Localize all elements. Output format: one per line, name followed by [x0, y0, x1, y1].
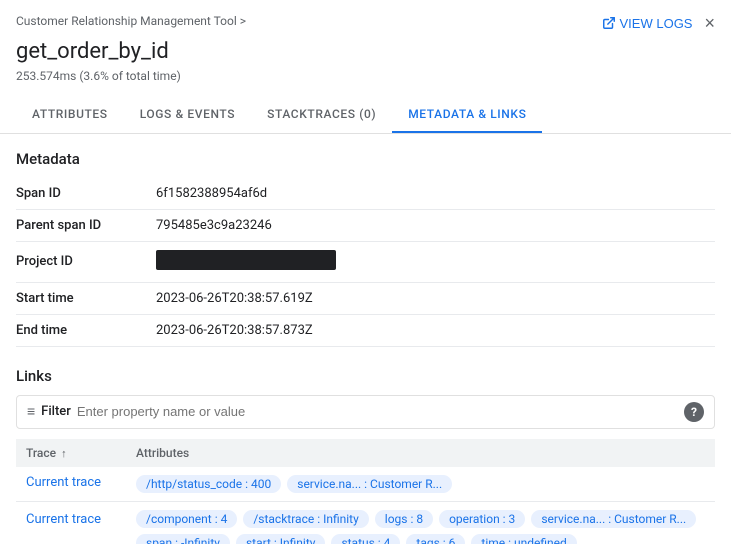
- attr-chip: /component : 4: [136, 510, 237, 528]
- tab-metadata-links[interactable]: METADATA & LINKS: [392, 97, 542, 133]
- subtitle: 253.574ms (3.6% of total time): [16, 69, 715, 83]
- redacted-value: [156, 250, 336, 270]
- metadata-row-endtime: End time 2023-06-26T20:38:57.873Z: [16, 314, 715, 346]
- metadata-key-parentspan: Parent span ID: [16, 209, 156, 241]
- attr-chip: service.na... : Customer R...: [531, 510, 696, 528]
- metadata-row-parentspan: Parent span ID 795485e3c9a23246: [16, 209, 715, 241]
- attr-chip: status : 4: [331, 534, 400, 544]
- filter-input[interactable]: [77, 404, 678, 419]
- tab-stacktraces[interactable]: STACKTRACES (0): [251, 97, 392, 133]
- tab-attributes[interactable]: ATTRIBUTES: [16, 97, 124, 133]
- external-link-icon: [602, 16, 616, 30]
- trace-link-1[interactable]: Current trace: [26, 475, 101, 490]
- attributes-cell-1: /http/status_code : 400 service.na... : …: [126, 467, 715, 502]
- metadata-val-parentspan: 795485e3c9a23246: [156, 209, 715, 241]
- links-section: Links ≡ Filter ? Trace ↑ Attributes: [16, 367, 715, 544]
- attr-chip: logs : 8: [375, 510, 433, 528]
- metadata-table: Span ID 6f1582388954af6d Parent span ID …: [16, 178, 715, 347]
- attributes-chips-1: /http/status_code : 400 service.na... : …: [136, 475, 705, 493]
- main-content: Metadata Span ID 6f1582388954af6d Parent…: [0, 134, 731, 544]
- metadata-row-starttime: Start time 2023-06-26T20:38:57.619Z: [16, 282, 715, 314]
- filter-icon: ≡: [27, 403, 35, 420]
- metadata-key-starttime: Start time: [16, 282, 156, 314]
- metadata-val-spanid: 6f1582388954af6d: [156, 178, 715, 210]
- breadcrumb: Customer Relationship Management Tool >: [16, 14, 246, 28]
- top-bar: Customer Relationship Management Tool > …: [0, 0, 731, 38]
- metadata-key-spanid: Span ID: [16, 178, 156, 210]
- attr-chip: operation : 3: [439, 510, 525, 528]
- table-row: Current trace /http/status_code : 400 se…: [16, 467, 715, 502]
- links-table: Trace ↑ Attributes Current trace /http/s…: [16, 439, 715, 544]
- attr-chip: span : -Infinity: [136, 534, 230, 544]
- filter-label: Filter: [41, 404, 71, 419]
- attributes-chips-2: /component : 4 /stacktrace : Infinity lo…: [136, 510, 705, 544]
- metadata-val-endtime: 2023-06-26T20:38:57.873Z: [156, 314, 715, 346]
- attr-chip: tags : 6: [406, 534, 465, 544]
- metadata-row-projectid: Project ID: [16, 241, 715, 282]
- tab-logs-events[interactable]: LOGS & EVENTS: [124, 97, 251, 133]
- metadata-row-spanid: Span ID 6f1582388954af6d: [16, 178, 715, 210]
- close-button[interactable]: ×: [704, 14, 715, 32]
- attributes-cell-2: /component : 4 /stacktrace : Infinity lo…: [126, 501, 715, 544]
- view-logs-button[interactable]: VIEW LOGS: [602, 16, 693, 31]
- trace-link-2[interactable]: Current trace: [26, 512, 101, 527]
- attr-chip: service.na... : Customer R...: [287, 475, 452, 493]
- top-actions: VIEW LOGS ×: [602, 14, 715, 32]
- table-row: Current trace /component : 4 /stacktrace…: [16, 501, 715, 544]
- links-section-title: Links: [16, 367, 715, 385]
- trace-link-cell-1: Current trace: [16, 467, 126, 502]
- attr-chip: time : undefined: [471, 534, 576, 544]
- help-icon[interactable]: ?: [684, 402, 704, 422]
- col-trace-header: Trace ↑: [16, 439, 126, 467]
- metadata-val-starttime: 2023-06-26T20:38:57.619Z: [156, 282, 715, 314]
- page-title: get_order_by_id: [16, 38, 715, 67]
- title-area: get_order_by_id 253.574ms (3.6% of total…: [0, 38, 731, 87]
- col-attributes-header: Attributes: [126, 439, 715, 467]
- view-logs-label: VIEW LOGS: [620, 16, 693, 31]
- attr-chip: start : Infinity: [236, 534, 325, 544]
- metadata-key-projectid: Project ID: [16, 241, 156, 282]
- attr-chip: /stacktrace : Infinity: [243, 510, 368, 528]
- attr-chip: /http/status_code : 400: [136, 475, 281, 493]
- sort-icon: ↑: [61, 447, 67, 460]
- links-table-header: Trace ↑ Attributes: [16, 439, 715, 467]
- metadata-val-projectid: [156, 241, 715, 282]
- metadata-section-title: Metadata: [16, 150, 715, 168]
- tab-bar: ATTRIBUTES LOGS & EVENTS STACKTRACES (0)…: [0, 97, 731, 134]
- metadata-key-endtime: End time: [16, 314, 156, 346]
- trace-link-cell-2: Current trace: [16, 501, 126, 544]
- filter-bar: ≡ Filter ?: [16, 395, 715, 429]
